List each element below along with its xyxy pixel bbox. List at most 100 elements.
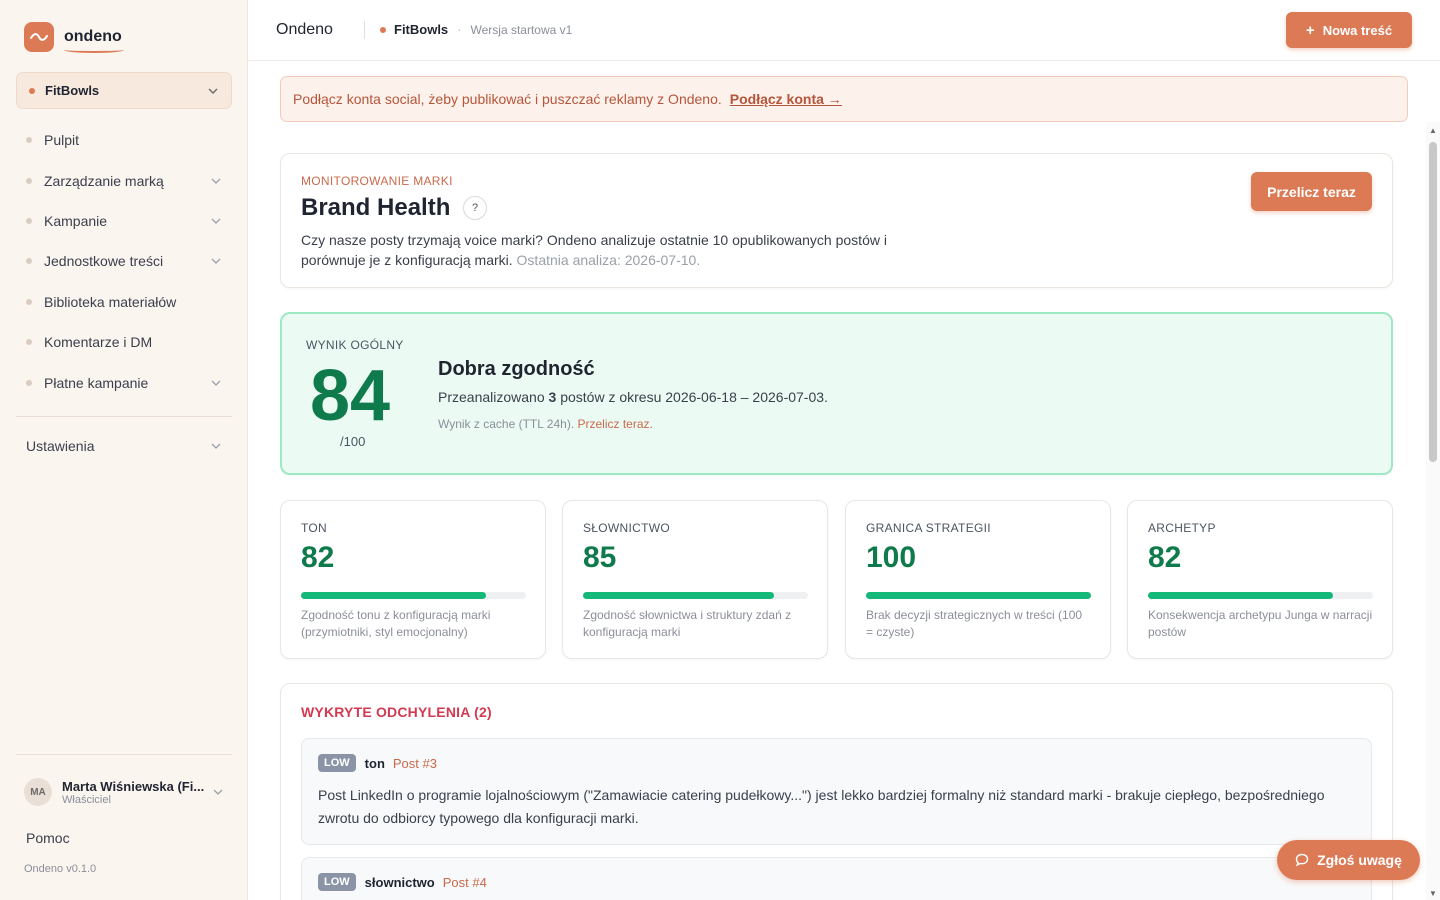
app-title: Ondeno [276,21,333,38]
user-menu[interactable]: MA Marta Wiśniewska (Fi... Właściciel [24,778,224,806]
sidebar-item-label: Biblioteka materiałów [44,293,177,310]
overall-score-eyebrow: WYNIK OGÓLNY [306,338,404,352]
analyzed-summary: Przeanalizowano 3 postów z okresu 2026-0… [438,389,828,405]
chevron-down-icon [210,215,222,227]
brand-selector-label: FitBowls [45,83,100,98]
deviations-title: WYKRYTE ODCHYLENIA (2) [301,704,492,720]
plus-icon: + [1305,21,1315,39]
deviation-text: Post LinkedIn o programie lojalnościowym… [318,787,1325,826]
breadcrumb-separator: · [457,22,462,37]
brand-dot-icon [29,87,35,94]
metric-label: SŁOWNICTWO [583,521,670,535]
bullet-icon [26,217,32,224]
divider [16,416,232,417]
app-version: Ondeno v0.1.0 [24,863,97,875]
sidebar-item-paid-campaigns[interactable]: Płatne kampanie [16,362,232,402]
metric-progress-fill [1148,592,1333,599]
chevron-down-icon [210,255,222,267]
report-feedback-button[interactable]: Zgłoś uwagę [1277,840,1420,880]
metric-card-archetype: ARCHETYP 82 Konsekwencja archetypu Junga… [1127,500,1393,659]
metric-progress-track [301,592,526,599]
post-link[interactable]: Post #4 [443,875,487,890]
logo[interactable]: ondeno [24,22,124,53]
chevron-down-icon [210,175,222,187]
cache-note: Wynik z cache (TTL 24h). Przelicz teraz. [438,417,653,431]
sidebar-item-label: Kampanie [44,212,108,229]
recalculate-link[interactable]: Przelicz teraz. [578,417,653,431]
chevron-down-icon [207,85,219,97]
connect-accounts-alert: Podłącz konta social, żeby publikować i … [280,76,1408,122]
metric-progress-track [583,592,808,599]
overall-verdict: Dobra zgodność [438,358,595,380]
deviations-card: WYKRYTE ODCHYLENIA (2) LOW ton Post #3 P… [280,683,1393,900]
new-content-button[interactable]: + Nowa treść [1286,12,1412,48]
last-analysis-date: Ostatnia analiza: 2026-07-10. [516,252,701,268]
bullet-icon [26,298,32,305]
scroll-up-icon[interactable]: ▲ [1429,126,1437,135]
alert-text: Podłącz konta social, żeby publikować i … [293,91,722,107]
metric-description: Brak decyzji strategicznych w treści (10… [866,608,1083,639]
metric-description: Konsekwencja archetypu Junga w narracji … [1148,608,1373,639]
sidebar-item-label: Pulpit [44,132,80,149]
breadcrumb-version: Wersja startowa v1 [470,22,573,37]
main-content: Podłącz konta social, żeby publikować i … [248,61,1426,900]
sidebar-item-single-content[interactable]: Jednostkowe treści [16,241,232,281]
bullet-icon [26,379,32,386]
sidebar-item-label: Jednostkowe treści [44,253,164,270]
new-content-label: Nowa treść [1322,22,1393,38]
sidebar-item-library[interactable]: Biblioteka materiałów [16,282,232,322]
analyzed-prefix: Przeanalizowano [438,389,545,405]
brand-health-description: Czy nasze posty trzymają voice marki? On… [301,230,941,270]
sidebar-item-label: Komentarze i DM [44,334,153,351]
deviation-category: słownictwo [364,874,435,890]
sidebar-item-label: Płatne kampanie [44,374,149,391]
avatar: MA [24,778,52,806]
sidebar: ondeno FitBowls Pulpit Zarządzanie marką… [0,0,248,900]
chevron-down-icon [212,786,224,798]
cache-text: Wynik z cache (TTL 24h). [438,417,575,431]
metric-card-tone: TON 82 Zgodność tonu z konfiguracją mark… [280,500,546,659]
bullet-icon [26,177,32,184]
metric-description: Zgodność tonu z konfiguracją marki (przy… [301,608,491,639]
scrollbar[interactable]: ▲ ▼ [1426,122,1440,900]
metric-progress-fill [583,592,775,599]
metric-progress-track [866,592,1091,599]
top-header: Ondeno FitBowls · Wersja startowa v1 + N… [248,0,1440,61]
deviation-item[interactable]: LOW ton Post #3 Post LinkedIn o programi… [301,738,1372,845]
metric-description: Zgodność słownictwa i struktury zdań z k… [583,608,792,639]
scrollbar-thumb[interactable] [1429,142,1437,462]
deviation-meta: LOW ton Post #3 [318,754,437,772]
deviation-item[interactable]: LOW słownictwo Post #4 [301,857,1372,900]
sidebar-item-pulpit[interactable]: Pulpit [16,120,232,160]
breadcrumb-brand[interactable]: FitBowls [394,22,448,37]
divider [16,754,232,755]
sidebar-item-campaigns[interactable]: Kampanie [16,201,232,241]
help-icon[interactable]: ? [463,196,487,220]
sidebar-item-comments[interactable]: Komentarze i DM [16,322,232,362]
sidebar-nav: Pulpit Zarządzanie marką Kampanie Jednos… [16,120,232,403]
bullet-icon [26,137,32,144]
metric-value: 85 [583,541,617,574]
metric-progress-track [1148,592,1373,599]
chat-bubble-icon [1295,853,1309,867]
sidebar-item-label: Ustawienia [26,438,95,454]
metric-card-vocabulary: SŁOWNICTWO 85 Zgodność słownictwa i stru… [562,500,828,659]
post-link[interactable]: Post #3 [393,756,437,771]
recalculate-button[interactable]: Przelicz teraz [1251,172,1372,211]
scroll-down-icon[interactable]: ▼ [1429,889,1437,898]
metric-value: 82 [301,541,335,574]
section-eyebrow: MONITOROWANIE MARKI [301,174,453,188]
user-role: Właściciel [62,793,111,806]
connect-accounts-link[interactable]: Podłącz konta → [730,91,842,107]
brand-selector[interactable]: FitBowls [16,72,232,109]
analyzed-suffix: postów z okresu 2026-06-18 – 2026-07-03. [560,389,828,405]
metric-value: 100 [866,541,917,574]
deviation-meta: LOW słownictwo Post #4 [318,873,487,891]
sidebar-item-settings[interactable]: Ustawienia [16,428,232,464]
overall-score-card: WYNIK OGÓLNY 84 /100 Dobra zgodność Prze… [280,312,1393,475]
logo-text: ondeno [64,28,124,53]
sidebar-item-brand-management[interactable]: Zarządzanie marką [16,160,232,200]
help-link[interactable]: Pomoc [26,830,70,846]
severity-badge: LOW [318,754,356,772]
chevron-down-icon [210,377,222,389]
